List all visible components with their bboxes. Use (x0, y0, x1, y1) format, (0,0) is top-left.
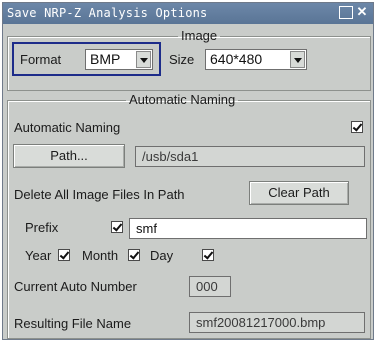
prefix-label: Prefix (25, 220, 59, 235)
format-select[interactable]: BMP (85, 49, 153, 70)
dialog-window: Save NRP-Z Analysis Options ✕ Image Form… (2, 2, 374, 340)
delete-label: Delete All Image Files In Path (14, 187, 185, 202)
naming-group-legend: Automatic Naming (129, 92, 236, 107)
auto-number-label: Current Auto Number (14, 279, 137, 294)
day-checkbox[interactable] (202, 249, 214, 261)
clear-path-button[interactable]: Clear Path (249, 181, 349, 205)
resulting-label: Resulting File Name (14, 316, 132, 331)
day-label: Day (150, 248, 174, 263)
month-label: Month (82, 248, 119, 263)
image-group-legend: Image (181, 28, 218, 43)
format-label: Format (20, 52, 62, 67)
chevron-down-icon[interactable] (290, 51, 305, 68)
month-checkbox[interactable] (128, 249, 140, 261)
size-select[interactable]: 640*480 (205, 49, 307, 70)
auto-number-field: 000 (189, 276, 231, 297)
size-value: 640*480 (210, 51, 263, 67)
path-field: /usb/sda1 (135, 146, 365, 167)
path-button[interactable]: Path... (13, 144, 125, 168)
year-label: Year (25, 248, 52, 263)
auto-naming-checkbox[interactable] (351, 121, 363, 133)
format-value: BMP (90, 51, 121, 67)
size-label: Size (169, 52, 195, 67)
maximize-icon[interactable] (339, 6, 353, 19)
close-icon[interactable]: ✕ (355, 5, 369, 19)
resulting-file-name-field: smf20081217000.bmp (189, 312, 365, 333)
prefix-checkbox[interactable] (111, 221, 123, 233)
window-title: Save NRP-Z Analysis Options (7, 6, 208, 20)
title-bar[interactable]: Save NRP-Z Analysis Options ✕ (3, 3, 373, 24)
auto-naming-label: Automatic Naming (14, 120, 121, 135)
dialog-content: Image Format BMP Size 640*480 Automatic … (7, 27, 371, 339)
year-checkbox[interactable] (58, 249, 70, 261)
chevron-down-icon[interactable] (136, 51, 151, 68)
prefix-input[interactable]: smf (129, 218, 367, 239)
